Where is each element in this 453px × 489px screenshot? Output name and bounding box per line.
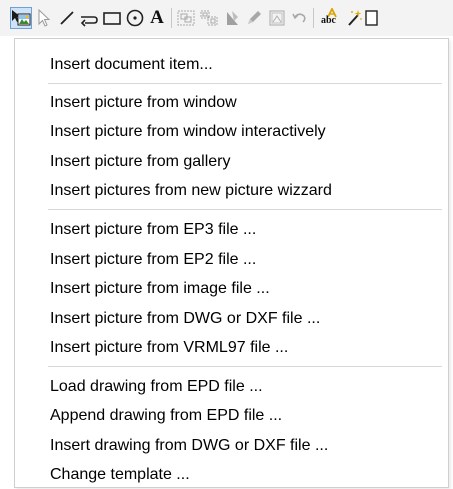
pen-button[interactable]: [243, 7, 265, 29]
image-frame-button[interactable]: [266, 7, 288, 29]
undo-icon: [292, 13, 306, 23]
circle-button[interactable]: [124, 7, 146, 29]
spell-check-button[interactable]: abc: [320, 7, 342, 29]
menu-separator: [48, 209, 442, 210]
pen-icon: [248, 11, 261, 24]
insert-menu: Insert document item... Insert picture f…: [14, 38, 449, 488]
menu-item-append-drawing-from-epd[interactable]: Append drawing from EPD file ...: [50, 404, 282, 428]
group-button[interactable]: [175, 7, 197, 29]
circle-icon: [126, 9, 144, 27]
drawing-toolbar: A abc: [0, 0, 453, 36]
menu-item-insert-picture-from-dwg-dxf[interactable]: Insert picture from DWG or DXF file ...: [50, 307, 320, 331]
menu-item-insert-picture-from-image-file[interactable]: Insert picture from image file ...: [50, 277, 270, 301]
ungroup-button[interactable]: [198, 7, 220, 29]
rectangle-button[interactable]: [101, 7, 123, 29]
undo-button[interactable]: [288, 7, 310, 29]
fill-icon: [227, 11, 238, 25]
insert-picture-icon: [12, 10, 31, 26]
magic-wand-icon: [348, 10, 362, 26]
image-frame-icon: [269, 10, 285, 26]
line-icon: [60, 11, 74, 25]
menu-separator: [48, 83, 442, 84]
select-button[interactable]: [33, 7, 55, 29]
menu-item-insert-drawing-from-dwg-dxf[interactable]: Insert drawing from DWG or DXF file ...: [50, 434, 328, 458]
rectangle-icon: [103, 12, 121, 25]
insert-picture-button[interactable]: [10, 7, 32, 29]
polyline-icon: [80, 16, 98, 27]
menu-item-load-drawing-from-epd[interactable]: Load drawing from EPD file ...: [50, 375, 263, 399]
toolbar-separator: [313, 8, 314, 28]
page-button[interactable]: [364, 7, 378, 29]
menu-item-insert-pictures-from-wizard[interactable]: Insert pictures from new picture wizzard: [50, 179, 332, 203]
menu-item-insert-picture-from-window[interactable]: Insert picture from window: [50, 91, 237, 115]
ungroup-icon: [200, 10, 218, 26]
group-icon: [177, 10, 195, 26]
spell-check-icon: abc: [320, 8, 342, 28]
menu-item-insert-picture-from-ep2[interactable]: Insert picture from EP2 file ...: [50, 248, 256, 272]
text-button[interactable]: A: [146, 7, 168, 29]
menu-item-insert-document-item[interactable]: Insert document item...: [50, 53, 213, 77]
page-icon: [365, 10, 378, 26]
menu-item-change-template[interactable]: Change template ...: [50, 463, 190, 487]
line-button[interactable]: [56, 7, 78, 29]
polyline-button[interactable]: [78, 7, 100, 29]
menu-separator: [48, 366, 442, 367]
text-icon: A: [150, 7, 164, 28]
toolbar-separator: [171, 8, 172, 28]
fill-button[interactable]: [221, 7, 243, 29]
menu-item-insert-picture-from-vrml97[interactable]: Insert picture from VRML97 file ...: [50, 336, 288, 360]
menu-item-insert-picture-from-gallery[interactable]: Insert picture from gallery: [50, 150, 231, 174]
select-arrow-icon: [38, 9, 51, 27]
menu-item-insert-picture-from-window-interactively[interactable]: Insert picture from window interactively: [50, 120, 326, 144]
magic-wand-button[interactable]: [343, 7, 365, 29]
menu-item-insert-picture-from-ep3[interactable]: Insert picture from EP3 file ...: [50, 218, 256, 242]
